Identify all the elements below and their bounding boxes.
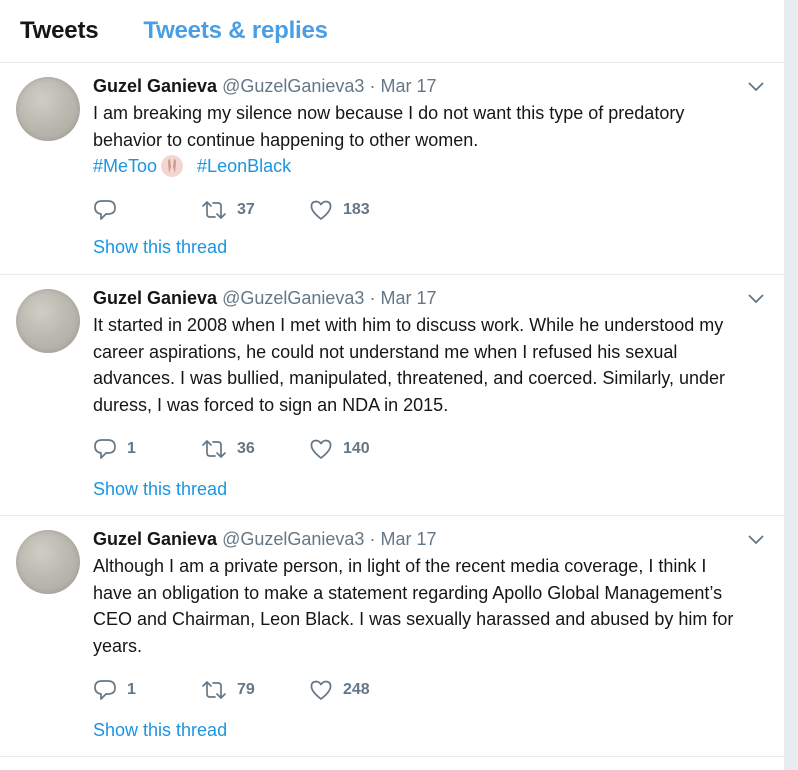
- like-button[interactable]: 183: [309, 199, 370, 221]
- heart-icon: [310, 200, 332, 220]
- author-handle[interactable]: @GuzelGanieva3: [222, 288, 364, 308]
- tweet-header: Guzel Ganieva @GuzelGanieva3 · Mar 17: [93, 528, 762, 550]
- like-count: 140: [343, 440, 370, 457]
- retweet-button[interactable]: 37: [201, 199, 255, 221]
- avatar[interactable]: [16, 289, 80, 353]
- reply-button[interactable]: [93, 199, 127, 221]
- author-name[interactable]: Guzel Ganieva: [93, 76, 217, 96]
- tweet-content: Guzel Ganieva @GuzelGanieva3 · Mar 17 Al…: [93, 528, 762, 660]
- tweet-date[interactable]: Mar 17: [380, 529, 436, 549]
- hashtag-metoo[interactable]: #MeToo: [93, 153, 157, 179]
- tab-tweets-and-replies[interactable]: Tweets & replies: [143, 17, 328, 45]
- tweet-text-line: years.: [93, 636, 143, 657]
- tweet-text-line: I am breaking my silence now because I d…: [93, 103, 685, 123]
- profile-tabs: Tweets Tweets & replies: [0, 0, 784, 63]
- tweet-header: Guzel Ganieva @GuzelGanieva3 · Mar 17: [93, 75, 762, 97]
- tweet-date[interactable]: Mar 17: [380, 76, 436, 96]
- reply-count: 1: [127, 440, 136, 457]
- show-thread-link[interactable]: Show this thread: [93, 237, 227, 258]
- like-count: 183: [343, 201, 370, 218]
- like-count: 248: [343, 681, 370, 698]
- timeline-panel: Tweets Tweets & replies Guzel Ganieva @G…: [0, 0, 785, 770]
- retweet-count: 79: [237, 681, 255, 698]
- reply-icon: [94, 439, 116, 459]
- tweet-text-line: duress, I was forced to sign an NDA in 2…: [93, 395, 449, 416]
- heart-icon: [310, 439, 332, 459]
- tweet[interactable]: Guzel Ganieva @GuzelGanieva3 · Mar 17 I …: [0, 63, 784, 275]
- hashtag-line: #MeToo #LeonBlack: [93, 153, 762, 179]
- show-thread-link[interactable]: Show this thread: [93, 720, 227, 741]
- tweet-header: Guzel Ganieva @GuzelGanieva3 · Mar 17: [93, 287, 762, 309]
- tweet-content: Guzel Ganieva @GuzelGanieva3 · Mar 17 I …: [93, 75, 762, 179]
- show-thread-link[interactable]: Show this thread: [93, 479, 227, 500]
- separator: ·: [369, 529, 376, 549]
- retweet-count: 36: [237, 440, 255, 457]
- author-handle[interactable]: @GuzelGanieva3: [222, 76, 364, 96]
- author-name[interactable]: Guzel Ganieva: [93, 288, 217, 308]
- tweet[interactable]: Guzel Ganieva @GuzelGanieva3 · Mar 17 Al…: [0, 516, 784, 757]
- retweet-icon: [202, 440, 226, 458]
- hashtag-leonblack[interactable]: #LeonBlack: [197, 153, 291, 179]
- heart-icon: [310, 680, 332, 700]
- author-handle[interactable]: @GuzelGanieva3: [222, 529, 364, 549]
- separator: ·: [369, 288, 376, 308]
- reply-icon: [94, 200, 116, 220]
- retweet-count: 37: [237, 201, 255, 218]
- tweet-date[interactable]: Mar 17: [380, 288, 436, 308]
- raised-hands-emoji-icon: [161, 155, 184, 178]
- tweet-text: It started in 2008 when I met with him t…: [93, 312, 762, 419]
- tweet-text-line: advances. I was bullied, manipulated, th…: [93, 368, 726, 389]
- reply-button[interactable]: 1: [93, 438, 136, 460]
- tweet-text-line: behavior to continue happening to other …: [93, 129, 479, 150]
- tweet-content: Guzel Ganieva @GuzelGanieva3 · Mar 17 It…: [93, 287, 762, 419]
- separator: ·: [369, 76, 376, 96]
- tab-tweets[interactable]: Tweets: [20, 17, 99, 45]
- tweet[interactable]: Guzel Ganieva @GuzelGanieva3 · Mar 17 It…: [0, 275, 784, 516]
- tweet-text-line: Although I am a private person, in light…: [93, 556, 707, 576]
- tweet-text-line: It started in 2008 when I met with him t…: [93, 315, 724, 335]
- avatar[interactable]: [16, 77, 80, 141]
- retweet-icon: [202, 681, 226, 699]
- reply-icon: [94, 680, 116, 700]
- author-name[interactable]: Guzel Ganieva: [93, 529, 217, 549]
- like-button[interactable]: 248: [309, 679, 370, 701]
- reply-button[interactable]: 1: [93, 679, 136, 701]
- tweet-text-line: have an obligation to make a statement r…: [93, 582, 723, 603]
- tweet-text: I am breaking my silence now because I d…: [93, 100, 762, 153]
- retweet-button[interactable]: 79: [201, 679, 255, 701]
- retweet-icon: [202, 201, 226, 219]
- tweet-text-line: CEO and Chairman, Leon Black. I was sexu…: [93, 609, 734, 630]
- tweet-text-line: career aspirations, he could not underst…: [93, 341, 678, 362]
- avatar[interactable]: [16, 530, 80, 594]
- tweet-text: Although I am a private person, in light…: [93, 553, 762, 660]
- retweet-button[interactable]: 36: [201, 438, 255, 460]
- reply-count: 1: [127, 681, 136, 698]
- like-button[interactable]: 140: [309, 438, 370, 460]
